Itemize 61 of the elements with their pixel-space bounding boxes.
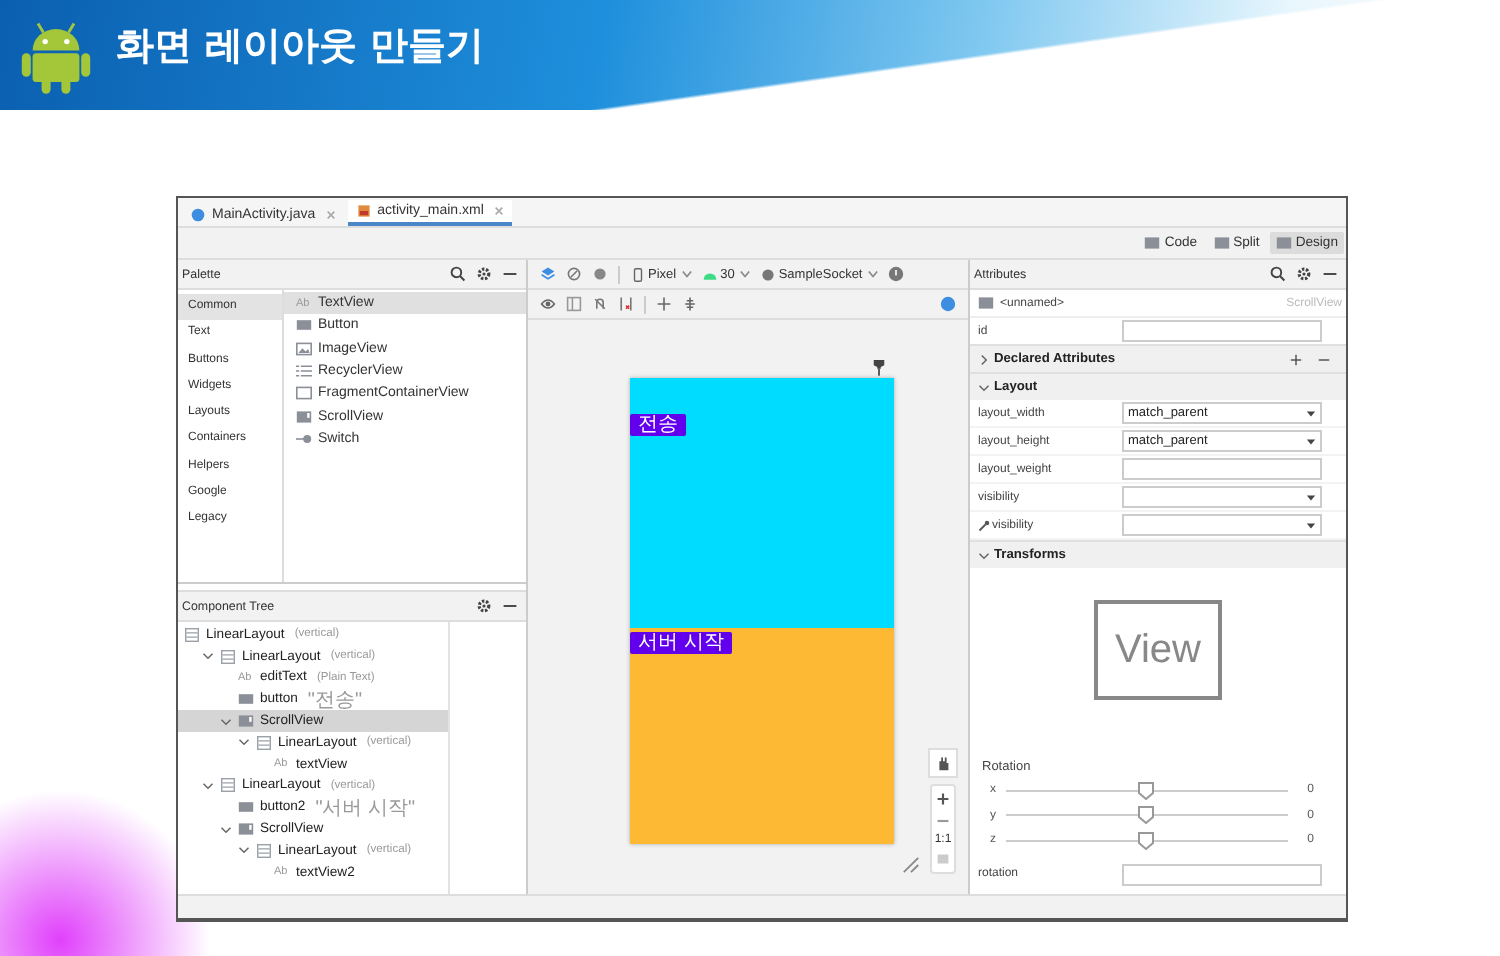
constraints-icon[interactable] xyxy=(618,296,634,312)
button-icon xyxy=(238,800,254,815)
layout-icon xyxy=(256,843,272,858)
layout-icon xyxy=(220,778,236,793)
layout-icon xyxy=(184,627,200,642)
frame-icon xyxy=(296,386,312,401)
settings-icon[interactable] xyxy=(1296,266,1312,282)
attribute-field[interactable] xyxy=(1122,863,1322,885)
button-icon xyxy=(296,318,312,333)
list-icon xyxy=(296,364,312,379)
chevron-icon[interactable] xyxy=(978,549,990,561)
wrench-icon xyxy=(978,519,990,531)
layout-file-icon xyxy=(355,204,372,218)
chevron-icon[interactable] xyxy=(978,381,990,393)
slider-thumb[interactable] xyxy=(1138,831,1155,850)
android-icon xyxy=(702,267,719,281)
zoom-in-icon[interactable] xyxy=(934,790,952,808)
layers-icon[interactable] xyxy=(540,266,556,282)
settings-icon[interactable] xyxy=(476,598,492,614)
scrollview-icon xyxy=(978,296,994,310)
scrollview-icon xyxy=(296,409,312,424)
pan-hand-icon[interactable] xyxy=(928,748,958,778)
search-icon[interactable] xyxy=(1270,266,1286,282)
add-icon[interactable] xyxy=(1290,353,1302,365)
slider-thumb[interactable] xyxy=(1138,781,1155,800)
preview-button[interactable]: 서버 시작 xyxy=(630,631,732,653)
attribute-field[interactable] xyxy=(1122,458,1322,480)
scrollview-icon xyxy=(238,822,254,837)
settings-icon[interactable] xyxy=(476,266,492,282)
button-icon xyxy=(238,692,254,707)
phone-icon xyxy=(630,267,646,281)
switch-icon xyxy=(296,431,312,446)
chevron-icon[interactable] xyxy=(978,353,990,365)
dropdown-arrow-icon[interactable] xyxy=(1306,493,1316,501)
layout-icon xyxy=(256,735,272,750)
resize-handle-icon[interactable] xyxy=(902,856,920,874)
caret-icon xyxy=(868,270,879,278)
scrollview-icon xyxy=(238,714,254,729)
search-icon[interactable] xyxy=(450,266,466,282)
pin-icon[interactable] xyxy=(872,358,886,376)
blueprint-icon[interactable] xyxy=(566,296,582,312)
slide-title: 화면 레이아웃 만들기 xyxy=(116,21,485,71)
image-icon xyxy=(296,341,312,356)
warning-icon[interactable] xyxy=(888,266,905,282)
chevron-icon[interactable] xyxy=(202,779,214,792)
id-field[interactable] xyxy=(1122,320,1322,342)
chevron-icon[interactable] xyxy=(202,650,214,663)
preview-button[interactable]: 전송 xyxy=(630,414,686,436)
close-icon[interactable] xyxy=(325,210,336,220)
dropdown-arrow-icon[interactable] xyxy=(1306,437,1316,445)
remove-icon[interactable] xyxy=(1318,353,1330,365)
dropdown-arrow-icon[interactable] xyxy=(1306,521,1316,529)
dropdown-arrow-icon[interactable] xyxy=(1306,409,1316,417)
slider-thumb[interactable] xyxy=(1138,806,1155,825)
eye-icon[interactable] xyxy=(540,296,556,312)
view-preview: View xyxy=(1094,600,1222,700)
caret-icon xyxy=(740,270,751,278)
caret-icon xyxy=(682,270,693,278)
layout-icon xyxy=(220,649,236,664)
close-icon[interactable] xyxy=(493,206,504,216)
orientation-icon[interactable] xyxy=(566,266,582,282)
